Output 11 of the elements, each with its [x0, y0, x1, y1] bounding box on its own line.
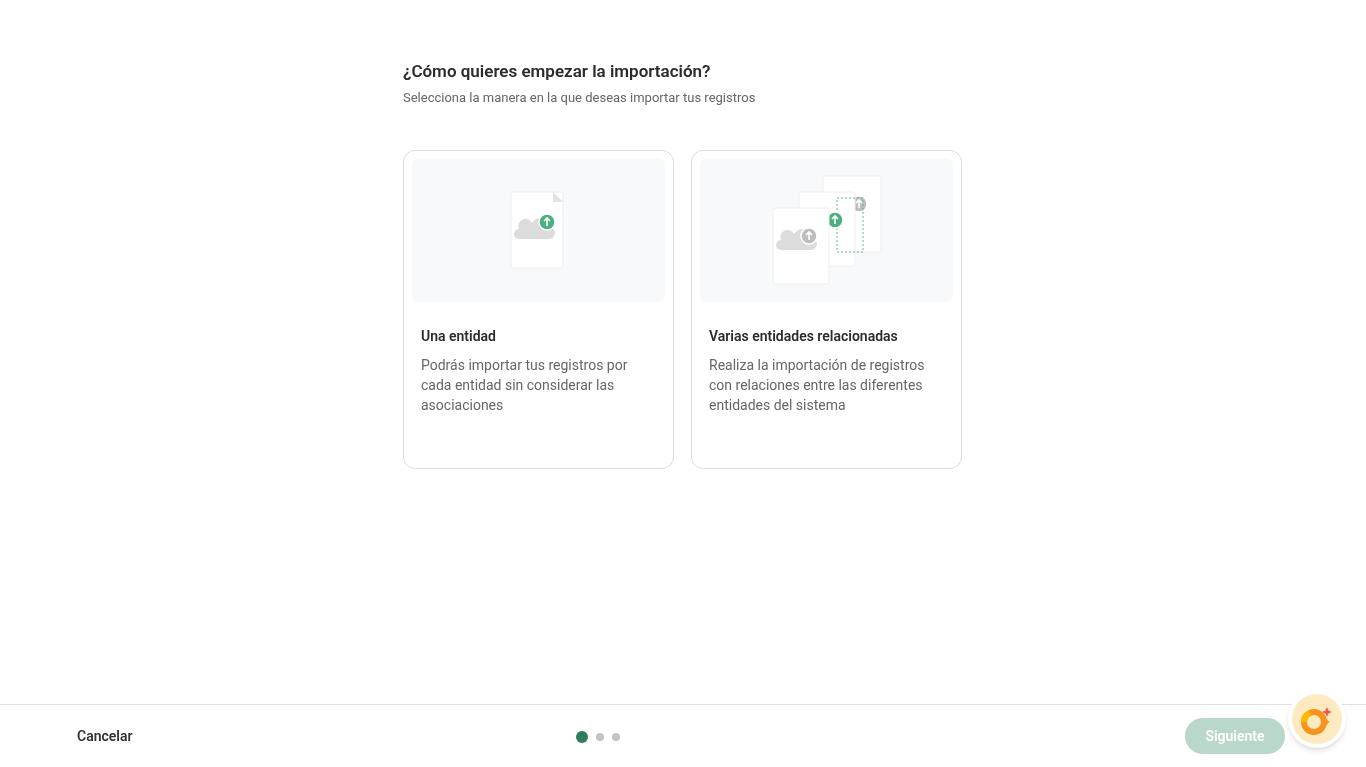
option-title: Varias entidades relacionadas [709, 326, 899, 346]
cancel-button[interactable]: Cancelar [77, 725, 133, 747]
page-title: ¿Cómo quieres empezar la importación? [403, 60, 712, 83]
option-description: Realiza la importación de registros con relaciones entre las diferentes entidades del sistema [709, 355, 926, 415]
assistant-logo-icon [1292, 694, 1342, 744]
assistant-logo-button[interactable] [1288, 690, 1346, 748]
page-subtitle: Selecciona la manera en la que deseas importar tus registros [403, 89, 757, 107]
import-option-card[interactable]: Varias entidades relacionadas Realiza la importación de registros con relaciones entre las diferentes entidades del sistema [691, 149, 962, 469]
import-option-card[interactable]: Una entidad Podrás importar tus registros por cada entidad sin considerar las asociaciones [403, 149, 674, 469]
option-description: Podrás importar tus registros por cada entidad sin considerar las asociaciones [421, 355, 629, 415]
option-title: Una entidad [421, 326, 497, 346]
